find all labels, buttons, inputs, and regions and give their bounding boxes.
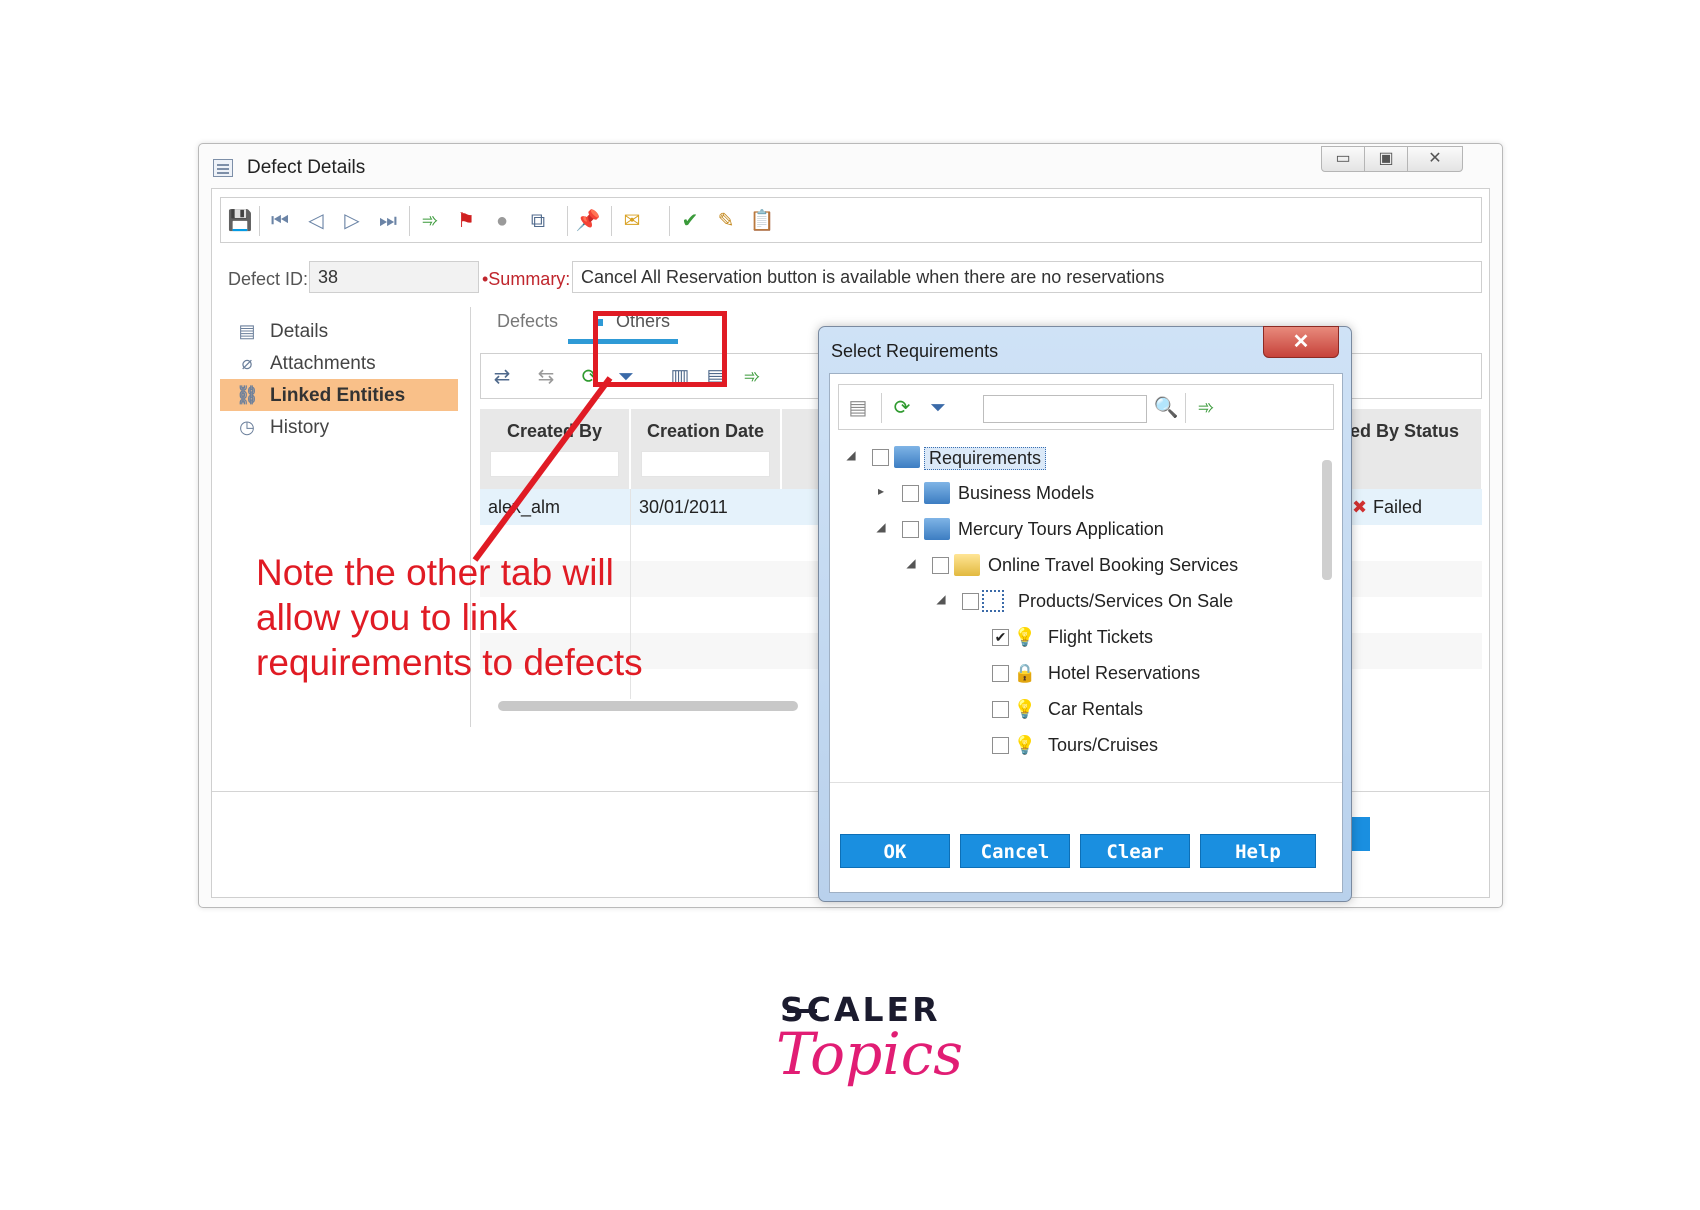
annotation-note: Note the other tab will allow you to lin… (256, 552, 643, 683)
annotation-arrow-line (472, 376, 613, 562)
logo-topics: Topics (776, 1020, 964, 1088)
